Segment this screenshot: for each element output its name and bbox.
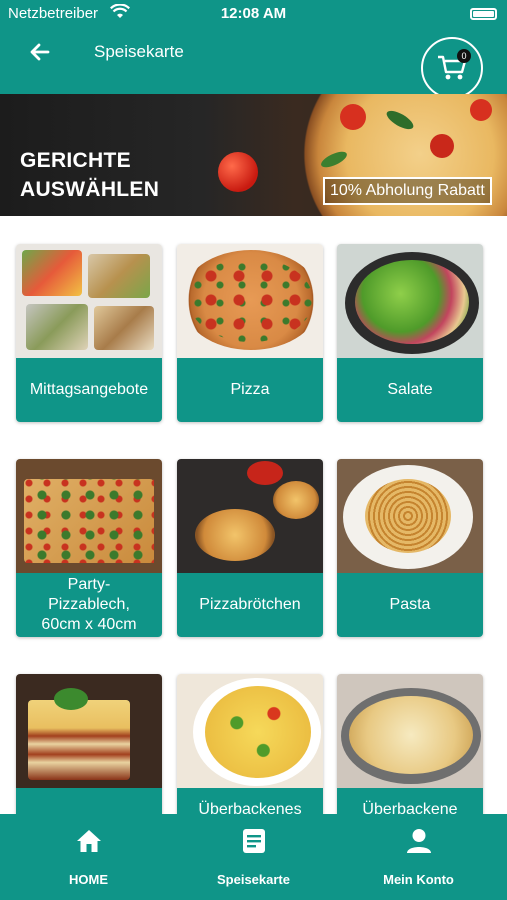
category-image (177, 674, 323, 788)
tomato-topping (470, 99, 492, 121)
nav-label-speisekarte: Speisekarte (217, 872, 290, 887)
category-label: Pizza (177, 358, 323, 422)
tomato-topping (430, 134, 454, 158)
status-time: 12:08 AM (220, 5, 287, 22)
category-label (16, 788, 162, 814)
category-image (16, 244, 162, 358)
category-label: Überbackenes (177, 788, 323, 814)
category-label: Party-Pizzablech, 60cm x 40cm (16, 573, 162, 637)
nav-label-mein-konto: Mein Konto (383, 872, 454, 887)
category-card-ueberbackenes[interactable]: Überbackenes (177, 674, 323, 814)
status-bar: Netzbetreiber 12:08 AM (0, 0, 507, 28)
category-label: Pizzabrötchen (177, 573, 323, 637)
category-label: Pasta (337, 573, 483, 637)
nav-label-home: HOME (69, 872, 108, 887)
nav-item-speisekarte[interactable]: Speisekarte (169, 814, 338, 900)
banner-heading: GERICHTE AUSWÄHLEN (20, 146, 159, 204)
category-image (16, 674, 162, 788)
category-label: Überbackene (337, 788, 483, 814)
category-card-mittagsangebote[interactable]: Mittagsangebote (16, 244, 162, 422)
category-label: Salate (337, 358, 483, 422)
cart-count-badge: 0 (457, 49, 471, 63)
nav-item-home[interactable]: HOME (4, 814, 173, 900)
cart-button[interactable]: 0 (421, 37, 483, 99)
category-image (177, 244, 323, 358)
banner-heading-line2: AUSWÄHLEN (20, 178, 160, 201)
category-card-salate[interactable]: Salate (337, 244, 483, 422)
category-image (337, 459, 483, 573)
home-icon (77, 830, 101, 852)
banner-tomato-image (218, 152, 258, 192)
tomato-topping (340, 104, 366, 130)
page-title: Speisekarte (94, 42, 184, 61)
category-image (337, 674, 483, 788)
battery-icon (470, 8, 497, 20)
user-icon (407, 829, 431, 853)
promo-badge: 10% Abholung Rabatt (323, 177, 492, 205)
category-grid: Mittagsangebote Pizza Salate Party-Pizza… (0, 216, 507, 814)
back-arrow-icon[interactable] (26, 38, 54, 66)
app-bar: Speisekarte 0 (0, 28, 507, 99)
category-card-ueberbackene[interactable]: Überbackene (337, 674, 483, 814)
category-image (337, 244, 483, 358)
category-card-lasagne[interactable] (16, 674, 162, 814)
hero-banner: GERICHTE AUSWÄHLEN 10% Abholung Rabatt (0, 94, 507, 216)
category-card-party-pizzablech[interactable]: Party-Pizzablech, 60cm x 40cm (16, 459, 162, 637)
bottom-navigation: HOME Speisekarte Mein Konto (0, 814, 507, 900)
menu-icon (243, 829, 265, 853)
category-label: Mittagsangebote (16, 358, 162, 422)
category-card-pasta[interactable]: Pasta (337, 459, 483, 637)
category-card-pizzabroetchen[interactable]: Pizzabrötchen (177, 459, 323, 637)
category-image (16, 459, 162, 573)
banner-heading-line1: GERICHTE (20, 149, 131, 172)
category-card-pizza[interactable]: Pizza (177, 244, 323, 422)
nav-item-mein-konto[interactable]: Mein Konto (334, 814, 503, 900)
category-image (177, 459, 323, 573)
